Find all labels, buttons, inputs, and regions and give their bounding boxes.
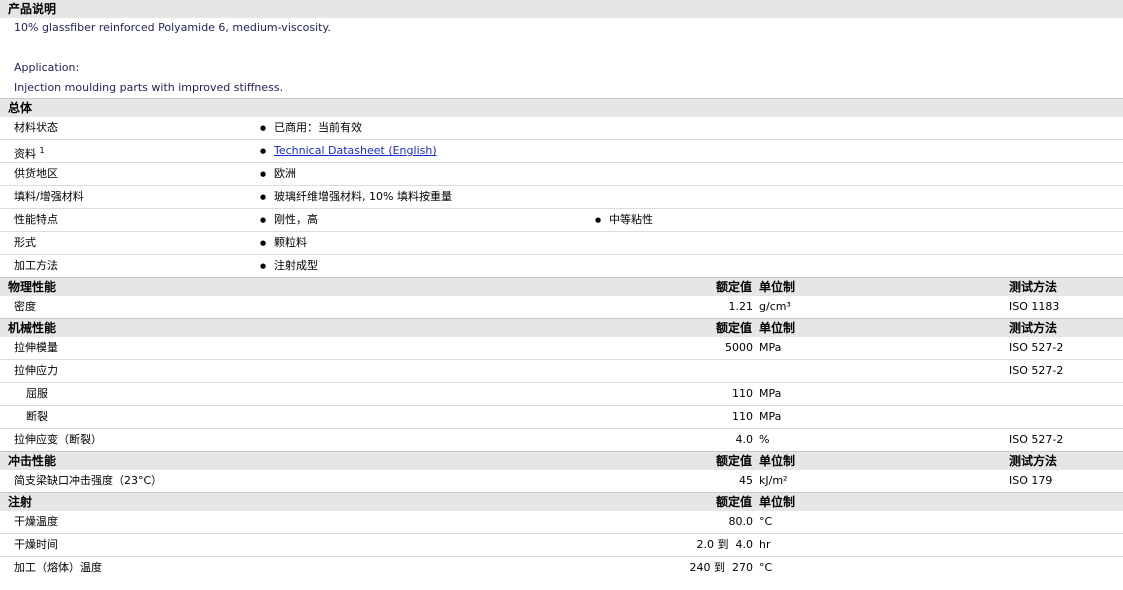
row-label: 加工方法: [14, 259, 58, 272]
row-label: 材料状态: [14, 121, 58, 134]
datasheet-link[interactable]: Technical Datasheet (English): [274, 144, 437, 157]
table-row: 干燥时间 2.0 到 4.0 hr: [0, 533, 1123, 556]
row-method: ISO 527-2: [1009, 433, 1064, 446]
column-header-unit: 单位制: [759, 280, 796, 294]
section-header-physical: 物理性能 额定值 单位制 测试方法: [0, 277, 1123, 296]
row-label: 拉伸应力: [14, 364, 58, 377]
section-title: 注射: [8, 495, 33, 509]
table-row: 加工（熔体）温度 240 到 270 °C: [0, 556, 1123, 579]
row-value: 已商用：当前有效: [260, 117, 362, 139]
row-value-2: 中等粘性: [595, 209, 653, 231]
row-label: 性能特点: [14, 213, 58, 226]
row-nominal: 5000: [725, 341, 753, 354]
row-label: 拉伸模量: [14, 341, 58, 354]
table-row: 形式 颗粒料: [0, 231, 1123, 254]
row-nominal: 240 到 270: [689, 561, 753, 574]
table-row: 简支梁缺口冲击强度（23°C） 45 kJ/m² ISO 179: [0, 470, 1123, 492]
row-nominal: 110: [732, 387, 753, 400]
row-label: 密度: [14, 300, 36, 313]
table-row: 拉伸应变（断裂） 4.0 % ISO 527-2: [0, 428, 1123, 451]
table-row: 供货地区 欧洲: [0, 162, 1123, 185]
table-row: 拉伸应力 ISO 527-2: [0, 359, 1123, 382]
column-header-method: 测试方法: [1009, 280, 1058, 294]
row-nominal: 1.21: [728, 300, 754, 313]
row-unit: kJ/m²: [759, 474, 788, 487]
section-header-injection: 注射 额定值 单位制: [0, 492, 1123, 511]
row-label: 供货地区: [14, 167, 58, 180]
section-title: 机械性能: [8, 321, 57, 335]
row-value: Technical Datasheet (English): [260, 140, 437, 162]
row-unit: MPa: [759, 410, 782, 423]
section-header-impact: 冲击性能 额定值 单位制 测试方法: [0, 451, 1123, 470]
section-title: 物理性能: [8, 280, 57, 294]
row-unit: g/cm³: [759, 300, 791, 313]
column-header-unit: 单位制: [759, 495, 796, 509]
row-unit: MPa: [759, 387, 782, 400]
row-nominal: 80.0: [728, 515, 754, 528]
section-header-general: 总体: [0, 98, 1123, 117]
column-header-method: 测试方法: [1009, 454, 1058, 468]
row-method: ISO 1183: [1009, 300, 1060, 313]
row-nominal: 45: [739, 474, 753, 487]
column-header-nominal: 额定值: [715, 280, 752, 294]
table-row: 性能特点 刚性，高 中等粘性: [0, 208, 1123, 231]
column-header-nominal: 额定值: [715, 454, 752, 468]
row-label: 填料/增强材料: [14, 190, 84, 203]
row-label: 屈服: [26, 387, 48, 400]
column-header-nominal: 额定值: [715, 321, 752, 335]
table-row: 干燥温度 80.0 °C: [0, 511, 1123, 533]
row-unit: %: [759, 433, 770, 446]
application-label: Application:: [14, 61, 80, 74]
row-unit: °C: [759, 515, 773, 528]
row-method: ISO 527-2: [1009, 341, 1064, 354]
row-label: 加工（熔体）温度: [14, 561, 102, 574]
row-label: 拉伸应变（断裂）: [14, 433, 102, 446]
row-unit: MPa: [759, 341, 782, 354]
table-row: 资料 1 Technical Datasheet (English): [0, 139, 1123, 162]
row-method: ISO 527-2: [1009, 364, 1064, 377]
row-value: 玻璃纤维增强材料, 10% 填料按重量: [260, 186, 452, 208]
application-text: Injection moulding parts with improved s…: [14, 81, 284, 94]
description-line: 10% glassfiber reinforced Polyamide 6, m…: [14, 21, 331, 34]
row-label-text: 资料: [14, 147, 36, 161]
table-row: 断裂 110 MPa: [0, 405, 1123, 428]
row-nominal: 2.0 到 4.0: [696, 538, 753, 551]
row-label: 断裂: [26, 410, 48, 423]
table-row: 屈服 110 MPa: [0, 382, 1123, 405]
section-title: 产品说明: [8, 2, 57, 16]
column-header-unit: 单位制: [759, 321, 796, 335]
row-label: 干燥温度: [14, 515, 58, 528]
table-row: 拉伸模量 5000 MPa ISO 527-2: [0, 337, 1123, 359]
section-header-mechanical: 机械性能 额定值 单位制 测试方法: [0, 318, 1123, 337]
column-header-unit: 单位制: [759, 454, 796, 468]
section-title: 总体: [8, 101, 33, 115]
row-label: 形式: [14, 236, 36, 249]
table-row: 加工方法 注射成型: [0, 254, 1123, 277]
row-value: 刚性，高: [260, 209, 318, 231]
row-label: 干燥时间: [14, 538, 58, 551]
row-value: 欧洲: [260, 163, 296, 185]
row-unit: °C: [759, 561, 773, 574]
column-header-method: 测试方法: [1009, 321, 1058, 335]
row-method: ISO 179: [1009, 474, 1053, 487]
row-value: 颗粒料: [260, 232, 307, 254]
product-description: 10% glassfiber reinforced Polyamide 6, m…: [0, 18, 1123, 98]
row-nominal: 4.0: [735, 433, 754, 446]
table-row: 材料状态 已商用：当前有效: [0, 117, 1123, 139]
row-label: 简支梁缺口冲击强度（23°C）: [14, 474, 163, 487]
row-value: 注射成型: [260, 255, 318, 277]
row-unit: hr: [759, 538, 771, 551]
column-header-nominal: 额定值: [715, 495, 752, 509]
row-nominal: 110: [732, 410, 753, 423]
table-row: 填料/增强材料 玻璃纤维增强材料, 10% 填料按重量: [0, 185, 1123, 208]
footnote-marker: 1: [39, 146, 45, 155]
section-header-product-desc: 产品说明: [0, 0, 1123, 18]
table-row: 密度 1.21 g/cm³ ISO 1183: [0, 296, 1123, 318]
section-title: 冲击性能: [8, 454, 57, 468]
